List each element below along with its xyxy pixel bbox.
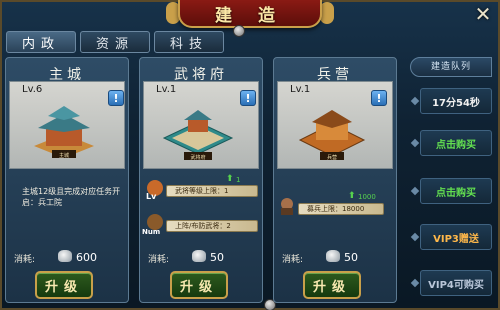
building-level: Lv.1	[156, 84, 177, 95]
soldier-icon	[281, 198, 293, 215]
queue-slot-vip4[interactable]: VIP4可购买	[420, 270, 492, 296]
increase-arrow-icon: ⬆	[348, 191, 356, 201]
tab-resources[interactable]: 资源	[80, 31, 150, 53]
cost-label: 消耗:	[282, 255, 304, 265]
tab-technology[interactable]: 科技	[154, 31, 224, 53]
window-title: 建 造	[215, 5, 285, 26]
increase-value: 1000	[358, 193, 376, 201]
cost-value: 50	[344, 251, 358, 264]
scroll-knob-top	[233, 25, 245, 37]
barracks-building-icon: 兵营	[298, 110, 366, 161]
tab-bar: 内政 资源 科技	[6, 31, 224, 53]
build-queue-header: 建造队列	[410, 57, 492, 77]
building-level: Lv.1	[290, 84, 311, 95]
queue-slot-timer[interactable]: 17分54秒	[420, 88, 492, 114]
info-icon[interactable]: !	[240, 90, 256, 106]
tab-interior[interactable]: 内政	[6, 31, 76, 53]
general-mansion-plaque: 武将府	[190, 154, 205, 161]
increase-value: 1	[236, 176, 241, 184]
stat-recruit-limit: 募兵上限：18000	[298, 203, 384, 215]
upgrade-button-main-city[interactable]: 升级	[35, 271, 93, 299]
main-city-plaque: 主城	[59, 152, 69, 159]
general-mansion-building-icon: 武将府	[162, 110, 234, 161]
increase-arrow-icon: ⬆	[226, 174, 234, 184]
queue-slot-vip3[interactable]: VIP3赠送	[420, 224, 492, 250]
banner-ornament-right	[320, 2, 334, 24]
queue-slot-buy-1[interactable]: 点击购买	[420, 130, 492, 156]
cost-label: 消耗:	[148, 255, 170, 265]
main-city-building-icon: 主城	[34, 106, 94, 159]
close-icon[interactable]: ✕	[470, 2, 496, 26]
info-icon[interactable]: !	[108, 90, 124, 106]
upgrade-button-barracks[interactable]: 升级	[303, 271, 361, 299]
barracks-plaque: 兵营	[327, 154, 337, 161]
cost-value: 50	[210, 251, 224, 264]
queue-slot-buy-2[interactable]: 点击购买	[420, 178, 492, 204]
upgrade-button-general-mansion[interactable]: 升级	[170, 271, 228, 299]
level-badge-label: Lv	[146, 192, 157, 201]
cost-label: 消耗:	[14, 255, 36, 265]
stat-deploy-generals: 上阵/布防武将：2	[166, 220, 258, 232]
info-icon[interactable]: !	[371, 90, 387, 106]
building-desc: 主城12级且完成对应任务开启：兵工院	[22, 187, 121, 207]
window-title-banner: 建 造	[178, 0, 322, 28]
num-badge-label: Num	[142, 228, 161, 236]
silver-icon	[58, 250, 72, 262]
stat-general-level: 武将等级上限：1	[166, 185, 258, 197]
silver-icon	[192, 250, 206, 262]
building-level: Lv.6	[22, 84, 43, 95]
cost-value: 600	[76, 251, 97, 264]
silver-icon	[326, 250, 340, 262]
